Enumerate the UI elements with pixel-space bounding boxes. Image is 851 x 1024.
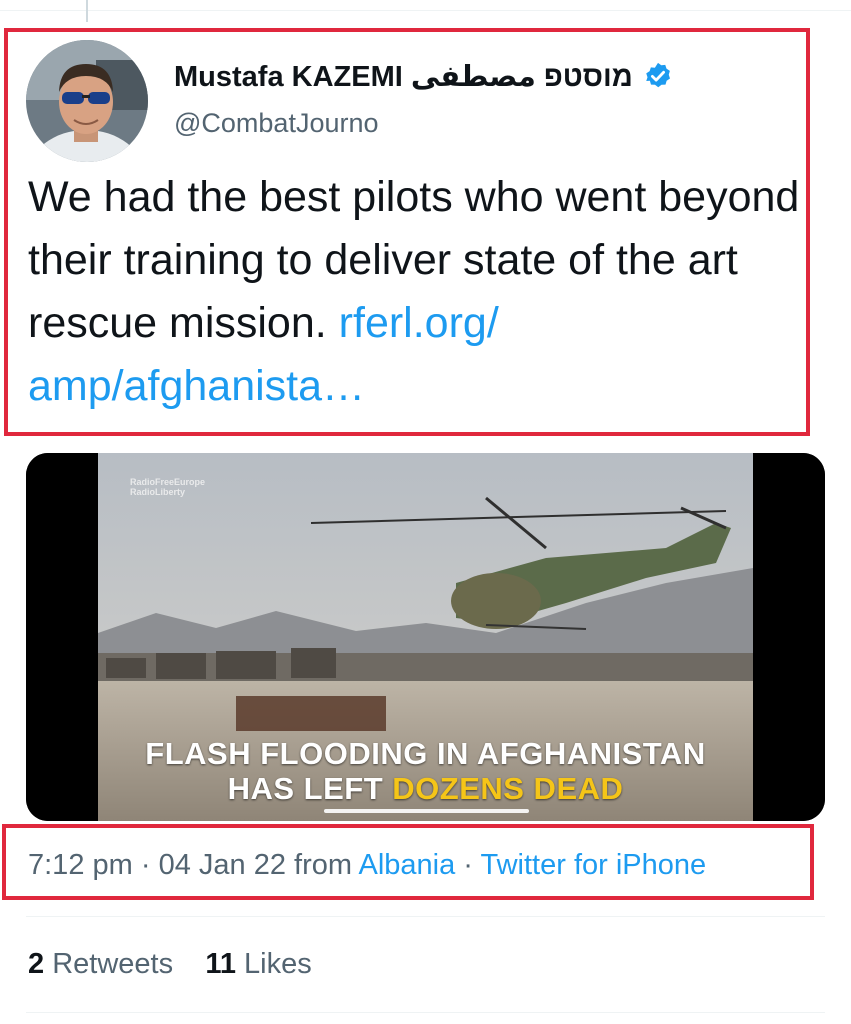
author-display-name[interactable]: Mustafa KAZEMI מוסטפ مصطفى [174,59,633,94]
video-caption-line2: HAS LEFT DOZENS DEAD [26,771,825,807]
caption-prefix: HAS LEFT [227,771,393,806]
verified-badge-icon [646,62,670,88]
tweet-time[interactable]: 7:12 pm [28,849,133,881]
watermark-line1: RadioFreeEurope [130,477,206,487]
thread-line [86,0,88,22]
caption-highlight: DOZENS DEAD [392,771,624,806]
avatar[interactable] [26,40,148,162]
meta-separator: · [455,849,481,881]
retweets-count: 2 [28,948,45,980]
meta-separator: · [132,849,159,881]
author-handle[interactable]: @CombatJourno [174,108,379,139]
tweet-text: We had the best pilots who went beyond t… [28,166,808,418]
engagement-stats: 2 Retweets 11 Likes [28,948,312,981]
tweet-media-video[interactable]: RadioFreeEurope RadioLiberty FLASH FLOOD… [26,453,825,821]
rferl-watermark: RadioFreeEurope RadioLiberty [130,477,205,497]
tweet-meta: 7:12 pm · 04 Jan 22 from Albania · Twitt… [28,849,706,882]
tweet-date[interactable]: 04 Jan 22 [159,849,286,881]
likes-stat[interactable]: 11 Likes [205,948,311,980]
tweet-location-link[interactable]: Albania [358,849,455,881]
video-caption-line1: FLASH FLOODING IN AFGHANISTAN [145,736,706,771]
watermark-line2: RadioLiberty [130,487,186,497]
retweets-stat[interactable]: 2 Retweets [28,948,173,980]
meta-from: from [285,849,359,881]
video-progress-bar[interactable] [324,809,529,813]
stats-divider [26,916,825,917]
top-divider [0,10,851,11]
retweets-label: Retweets [44,948,174,980]
author-name-row[interactable]: Mustafa KAZEMI מוסטפ مصطفى [174,58,673,94]
stats-divider [26,1012,825,1013]
tweet-client-link[interactable]: Twitter for iPhone [480,849,706,881]
likes-label: Likes [236,948,312,980]
likes-count: 11 [205,948,236,980]
